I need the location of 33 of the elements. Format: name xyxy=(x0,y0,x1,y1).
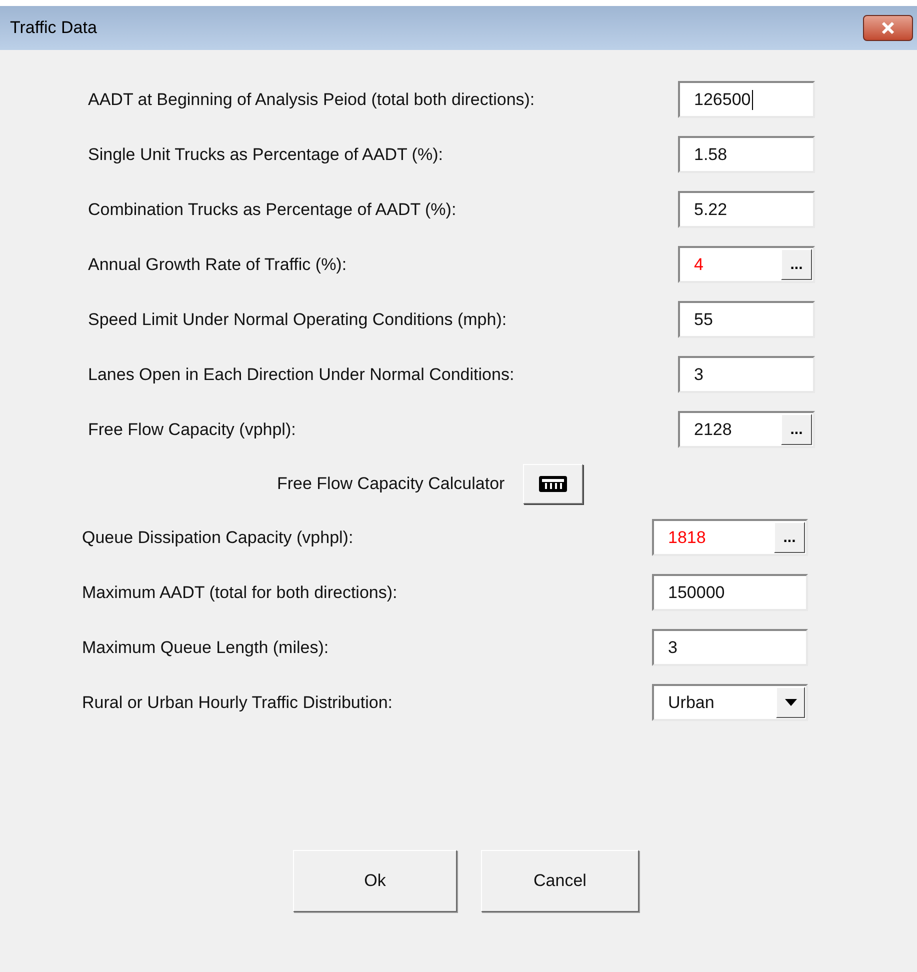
field-label: AADT at Beginning of Analysis Peiod (total both directions): xyxy=(88,88,536,111)
field-label: Rural or Urban Hourly Traffic Distribution: xyxy=(82,692,394,714)
browse-button[interactable]: ... xyxy=(781,414,812,445)
browse-field[interactable]: 4 ... xyxy=(678,246,815,283)
calculator-icon xyxy=(538,474,568,494)
field-label: Lanes Open in Each Direction Under Normal Conditions: xyxy=(88,364,516,386)
cancel-button[interactable]: Cancel xyxy=(481,850,639,912)
input-field[interactable]: 126500 xyxy=(678,81,815,118)
field-label: Single Unit Trucks as Percentage of AADT (%): xyxy=(88,144,444,166)
browse-field[interactable]: 1818 ... xyxy=(652,519,808,556)
input-field[interactable]: 150000 xyxy=(652,574,808,611)
field-label: Annual Growth Rate of Traffic (%): xyxy=(88,254,348,276)
calculator-label: Free Flow Capacity Calculator xyxy=(277,472,505,495)
input-field[interactable]: 5.22 xyxy=(678,191,815,228)
field-label: Speed Limit Under Normal Operating Conditions (mph): xyxy=(88,308,508,331)
dropdown[interactable]: Urban xyxy=(652,684,808,721)
calculator-button[interactable] xyxy=(522,464,583,504)
field-label: Combination Trucks as Percentage of AADT (%): xyxy=(88,198,458,221)
browse-button[interactable]: ... xyxy=(781,249,812,280)
field-label: Maximum AADT (total for both directions): xyxy=(82,582,398,604)
close-button[interactable] xyxy=(863,15,913,41)
input-field[interactable]: 3 xyxy=(652,629,808,666)
browse-field[interactable]: 2128 ... xyxy=(678,411,815,448)
ok-button[interactable]: Ok xyxy=(293,850,457,912)
close-icon xyxy=(880,21,896,35)
window-title: Traffic Data xyxy=(10,17,97,40)
browse-button[interactable]: ... xyxy=(774,522,805,553)
field-label: Maximum Queue Length (miles): xyxy=(82,636,330,659)
input-field[interactable]: 1.58 xyxy=(678,136,815,173)
field-label: Queue Dissipation Capacity (vphpl): xyxy=(82,526,354,549)
field-label: Free Flow Capacity (vphpl): xyxy=(88,418,297,441)
input-field[interactable]: 55 xyxy=(678,301,815,338)
input-field[interactable]: 3 xyxy=(678,356,815,393)
